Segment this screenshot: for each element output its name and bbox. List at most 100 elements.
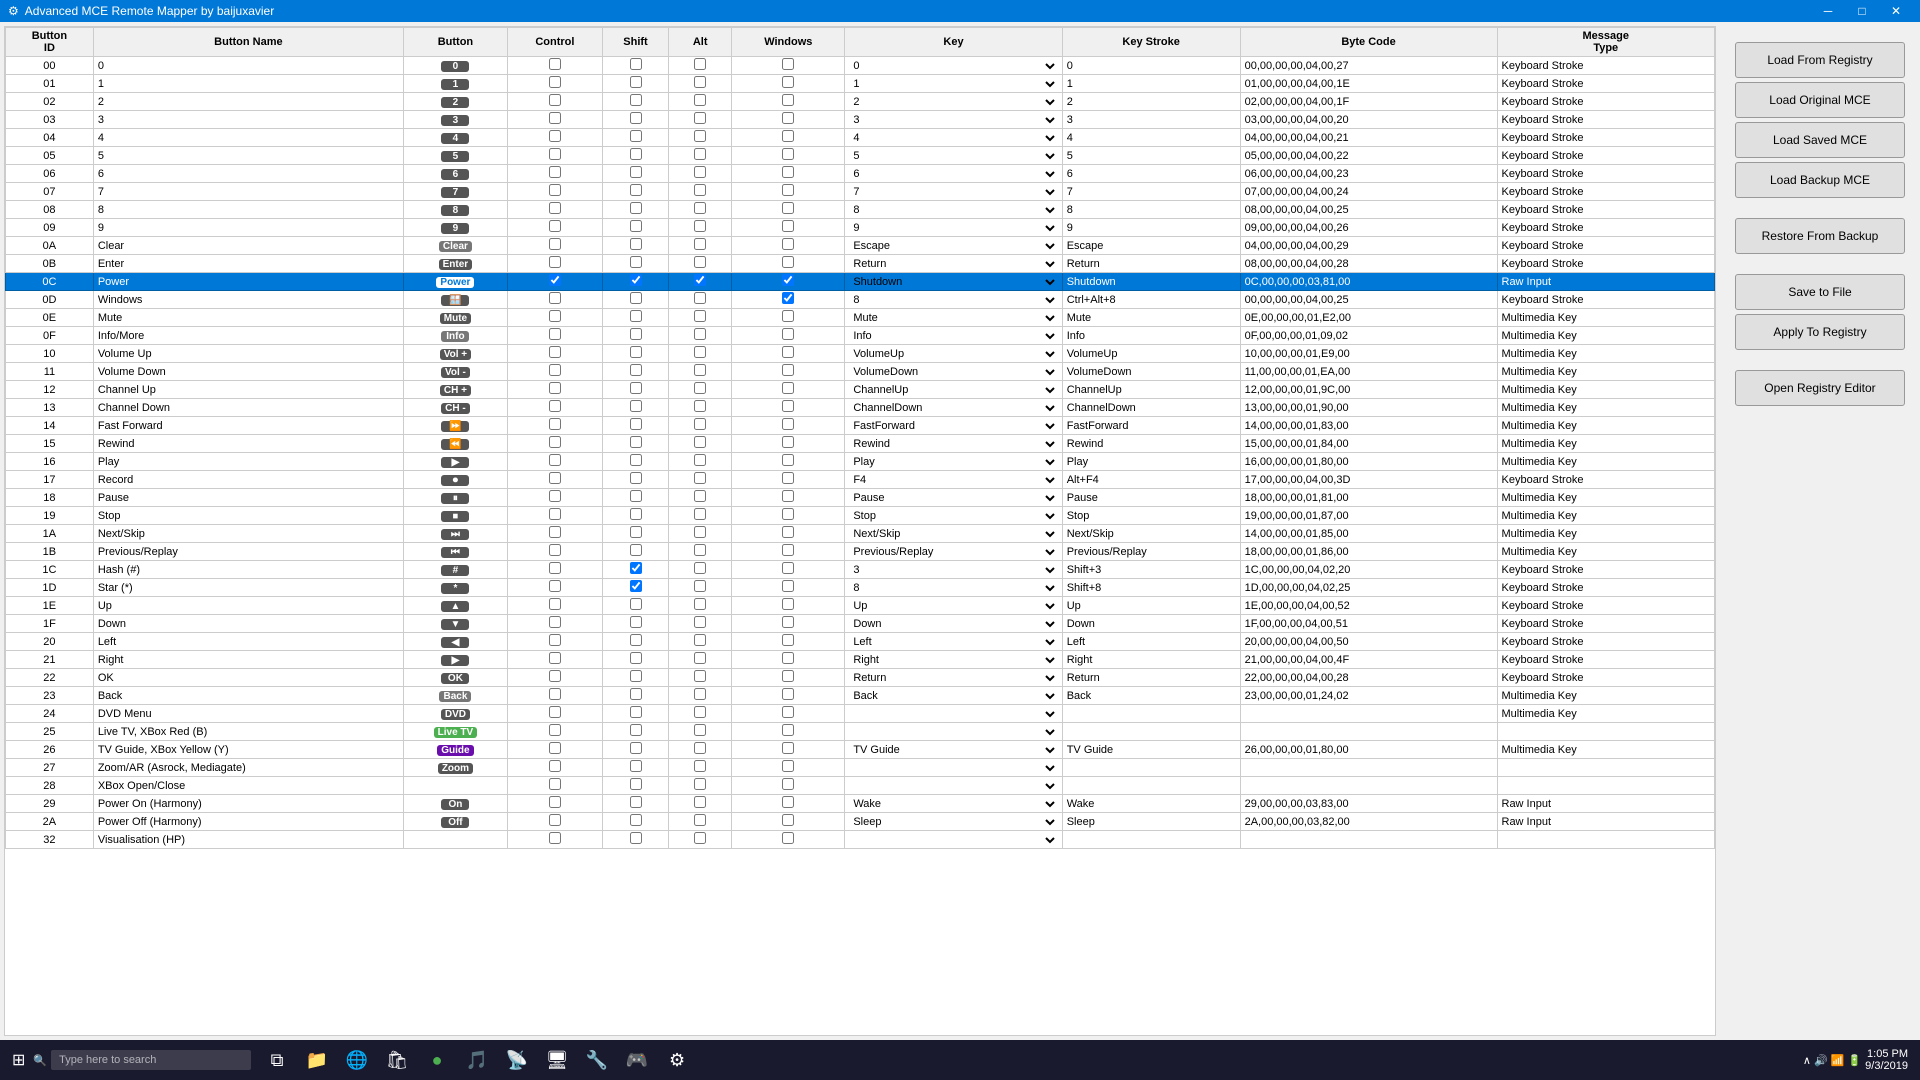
cell-alt[interactable] [669, 309, 732, 327]
windows-checkbox[interactable] [782, 544, 794, 556]
cell-shift[interactable] [602, 75, 668, 93]
windows-checkbox[interactable] [782, 742, 794, 754]
windows-checkbox[interactable] [782, 94, 794, 106]
windows-checkbox[interactable] [782, 184, 794, 196]
cell-shift[interactable] [602, 651, 668, 669]
key-select[interactable]: 7 [849, 185, 1057, 199]
table-row[interactable]: 26 TV Guide, XBox Yellow (Y) Guide TV Gu… [6, 741, 1715, 759]
cell-windows[interactable] [732, 507, 845, 525]
alt-checkbox[interactable] [694, 202, 706, 214]
table-row[interactable]: 27 Zoom/AR (Asrock, Mediagate) Zoom [6, 759, 1715, 777]
control-checkbox[interactable] [549, 202, 561, 214]
windows-checkbox[interactable] [782, 418, 794, 430]
cell-alt[interactable] [669, 219, 732, 237]
cell-control[interactable] [507, 381, 602, 399]
cell-windows[interactable] [732, 219, 845, 237]
cell-control[interactable] [507, 777, 602, 795]
shift-checkbox[interactable] [630, 94, 642, 106]
control-checkbox[interactable] [549, 814, 561, 826]
key-select[interactable]: Wake [849, 797, 1057, 811]
shift-checkbox[interactable] [630, 382, 642, 394]
cell-shift[interactable] [602, 219, 668, 237]
cell-windows[interactable] [732, 525, 845, 543]
cell-control[interactable] [507, 687, 602, 705]
cell-control[interactable] [507, 597, 602, 615]
shift-checkbox[interactable] [630, 832, 642, 844]
windows-checkbox[interactable] [782, 436, 794, 448]
cell-key[interactable] [845, 777, 1062, 795]
key-select[interactable] [849, 833, 1057, 847]
shift-checkbox[interactable] [630, 166, 642, 178]
key-select[interactable]: Return [849, 257, 1057, 271]
alt-checkbox[interactable] [694, 58, 706, 70]
table-row[interactable]: 02 2 2 2 2 02,00,00,00,04,00,1F Keyboard… [6, 93, 1715, 111]
cell-control[interactable] [507, 129, 602, 147]
cell-key[interactable]: 9 [845, 219, 1062, 237]
cell-windows[interactable] [732, 777, 845, 795]
windows-checkbox[interactable] [782, 274, 794, 286]
windows-checkbox[interactable] [782, 310, 794, 322]
control-checkbox[interactable] [549, 112, 561, 124]
cell-windows[interactable] [732, 651, 845, 669]
windows-checkbox[interactable] [782, 508, 794, 520]
windows-checkbox[interactable] [782, 796, 794, 808]
cell-alt[interactable] [669, 561, 732, 579]
key-select[interactable]: 8 [849, 203, 1057, 217]
shift-checkbox[interactable] [630, 688, 642, 700]
cell-control[interactable] [507, 831, 602, 849]
table-row[interactable]: 00 0 0 0 0 00,00,00,00,04,00,27 Keyboard… [6, 57, 1715, 75]
cell-windows[interactable] [732, 453, 845, 471]
key-select[interactable] [849, 779, 1057, 793]
key-select[interactable]: Rewind [849, 437, 1057, 451]
cell-shift[interactable] [602, 273, 668, 291]
alt-checkbox[interactable] [694, 778, 706, 790]
cell-shift[interactable] [602, 525, 668, 543]
control-checkbox[interactable] [549, 508, 561, 520]
open-registry-editor-button[interactable]: Open Registry Editor [1735, 370, 1905, 406]
cell-control[interactable] [507, 417, 602, 435]
cell-windows[interactable] [732, 147, 845, 165]
cell-shift[interactable] [602, 507, 668, 525]
cell-alt[interactable] [669, 597, 732, 615]
control-checkbox[interactable] [549, 220, 561, 232]
cell-windows[interactable] [732, 129, 845, 147]
cell-alt[interactable] [669, 237, 732, 255]
alt-checkbox[interactable] [694, 742, 706, 754]
alt-checkbox[interactable] [694, 364, 706, 376]
media-icon[interactable]: 🎵 [459, 1042, 495, 1078]
shift-checkbox[interactable] [630, 634, 642, 646]
cell-alt[interactable] [669, 741, 732, 759]
control-checkbox[interactable] [549, 706, 561, 718]
windows-checkbox[interactable] [782, 58, 794, 70]
cell-key[interactable]: 3 [845, 561, 1062, 579]
key-select[interactable]: 3 [849, 113, 1057, 127]
control-checkbox[interactable] [549, 148, 561, 160]
key-select[interactable] [849, 707, 1057, 721]
alt-checkbox[interactable] [694, 184, 706, 196]
table-row[interactable]: 0B Enter Enter Return Return 08,00,00,00… [6, 255, 1715, 273]
shift-checkbox[interactable] [630, 130, 642, 142]
shift-checkbox[interactable] [630, 652, 642, 664]
alt-checkbox[interactable] [694, 148, 706, 160]
windows-checkbox[interactable] [782, 400, 794, 412]
cell-key[interactable]: 4 [845, 129, 1062, 147]
cell-windows[interactable] [732, 597, 845, 615]
key-select[interactable]: Return [849, 671, 1057, 685]
cell-shift[interactable] [602, 327, 668, 345]
cell-control[interactable] [507, 201, 602, 219]
shift-checkbox[interactable] [630, 724, 642, 736]
control-checkbox[interactable] [549, 364, 561, 376]
cell-control[interactable] [507, 183, 602, 201]
cell-shift[interactable] [602, 201, 668, 219]
table-row[interactable]: 15 Rewind ⏪ Rewind Rewind 15,00,00,00,01… [6, 435, 1715, 453]
table-row[interactable]: 09 9 9 9 9 09,00,00,00,04,00,26 Keyboard… [6, 219, 1715, 237]
alt-checkbox[interactable] [694, 598, 706, 610]
cell-windows[interactable] [732, 543, 845, 561]
table-row[interactable]: 0A Clear Clear Escape Escape 04,00,00,00… [6, 237, 1715, 255]
windows-checkbox[interactable] [782, 814, 794, 826]
alt-checkbox[interactable] [694, 274, 706, 286]
cell-windows[interactable] [732, 291, 845, 309]
table-row[interactable]: 07 7 7 7 7 07,00,00,00,04,00,24 Keyboard… [6, 183, 1715, 201]
cell-shift[interactable] [602, 471, 668, 489]
cell-shift[interactable] [602, 723, 668, 741]
